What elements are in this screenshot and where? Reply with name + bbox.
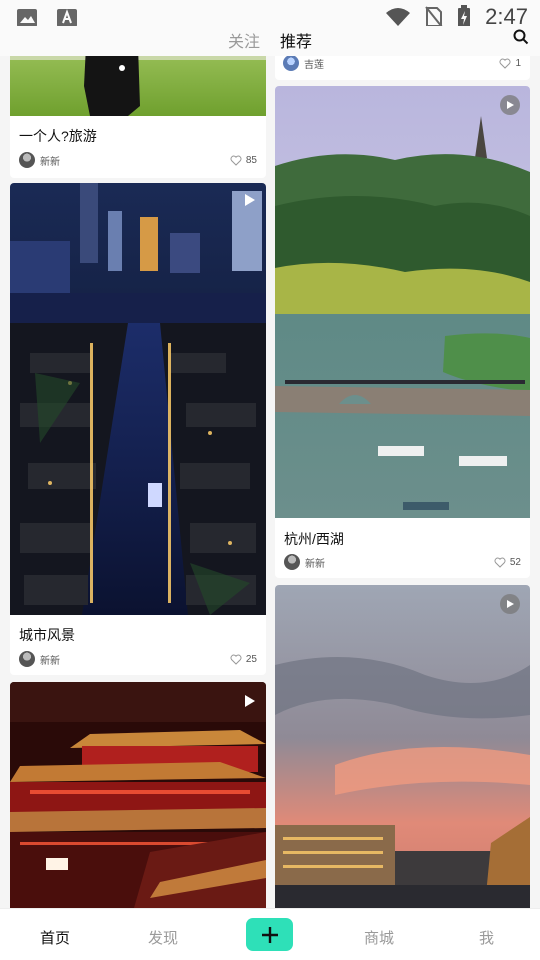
card-meta: 吉莲 1	[283, 56, 521, 72]
nav-mall[interactable]: 商城	[364, 927, 394, 948]
gallery-icon	[17, 9, 37, 27]
nav-me[interactable]: 我	[479, 927, 494, 948]
feed: 一个人?旅游 新新 85 城市风景 新新 25 吉莲 1 杭州/西湖 新新 52	[0, 56, 540, 908]
play-icon	[507, 101, 514, 109]
wifi-icon	[386, 8, 411, 26]
tab-follow[interactable]: 关注	[228, 28, 260, 52]
avatar[interactable]	[284, 554, 300, 570]
plus-icon	[261, 926, 278, 943]
play-icon	[507, 600, 514, 608]
card-username[interactable]: 新新	[40, 652, 60, 667]
feed-card[interactable]: 杭州/西湖 新新 52	[275, 86, 530, 578]
card-image	[275, 585, 530, 908]
play-button[interactable]	[500, 95, 520, 115]
feed-card[interactable]: 一个人?旅游 新新 85	[10, 56, 266, 178]
like-count: 1	[515, 57, 521, 69]
nav-discover[interactable]: 发现	[148, 927, 178, 948]
feed-card[interactable]: 城市风景 新新 25	[10, 183, 266, 675]
like-count: 52	[509, 556, 521, 568]
avatar[interactable]	[19, 651, 35, 667]
like-count: 85	[245, 154, 257, 166]
publish-button[interactable]	[246, 918, 293, 951]
card-username[interactable]: 吉莲	[304, 56, 324, 71]
card-meta: 新新 85	[19, 151, 257, 169]
play-icon	[245, 194, 255, 206]
search-icon[interactable]	[513, 29, 529, 45]
like-button[interactable]: 85	[230, 155, 257, 166]
avatar[interactable]	[19, 152, 35, 168]
avatar[interactable]	[283, 56, 299, 71]
like-button[interactable]: 1	[499, 58, 521, 69]
card-username[interactable]: 新新	[305, 555, 325, 570]
card-username[interactable]: 新新	[40, 153, 60, 168]
tab-recommend[interactable]: 推荐	[280, 28, 312, 52]
card-title: 一个人?旅游	[19, 128, 97, 144]
heart-icon	[230, 155, 242, 166]
like-count: 25	[245, 653, 257, 665]
top-tab-bar: 关注 推荐	[0, 26, 540, 56]
heart-icon	[499, 58, 511, 69]
feed-card[interactable]	[275, 585, 530, 908]
card-title: 城市风景	[19, 627, 75, 643]
feed-card[interactable]	[10, 682, 266, 908]
like-button[interactable]: 52	[494, 557, 521, 568]
play-button[interactable]	[500, 594, 520, 614]
feed-card[interactable]: 吉莲 1	[275, 56, 530, 80]
like-button[interactable]: 25	[230, 654, 257, 665]
font-icon	[57, 9, 77, 27]
card-image	[10, 682, 266, 908]
heart-icon	[230, 654, 242, 665]
card-image	[10, 56, 266, 116]
card-image	[275, 86, 530, 518]
card-image	[10, 183, 266, 615]
heart-icon	[494, 557, 506, 568]
card-title: 杭州/西湖	[284, 531, 344, 547]
no-sim-icon	[425, 6, 443, 28]
nav-home[interactable]: 首页	[40, 927, 70, 948]
card-meta: 新新 25	[19, 650, 257, 668]
card-meta: 新新 52	[284, 553, 521, 571]
bottom-nav: 首页 发现 商城 我	[0, 908, 540, 960]
play-icon	[245, 695, 255, 707]
